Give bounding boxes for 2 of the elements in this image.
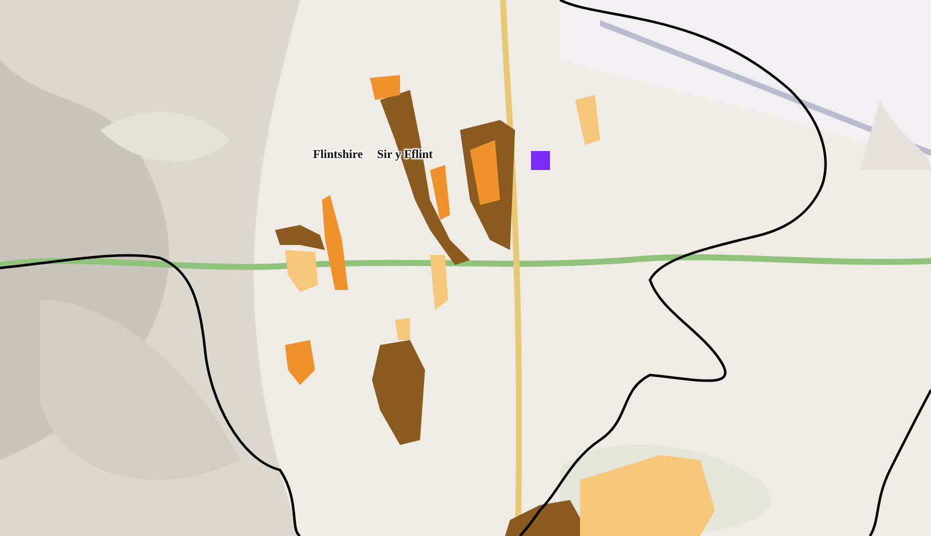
region-label: Flintshire	[313, 147, 363, 161]
square-marker-icon[interactable]	[531, 151, 550, 170]
